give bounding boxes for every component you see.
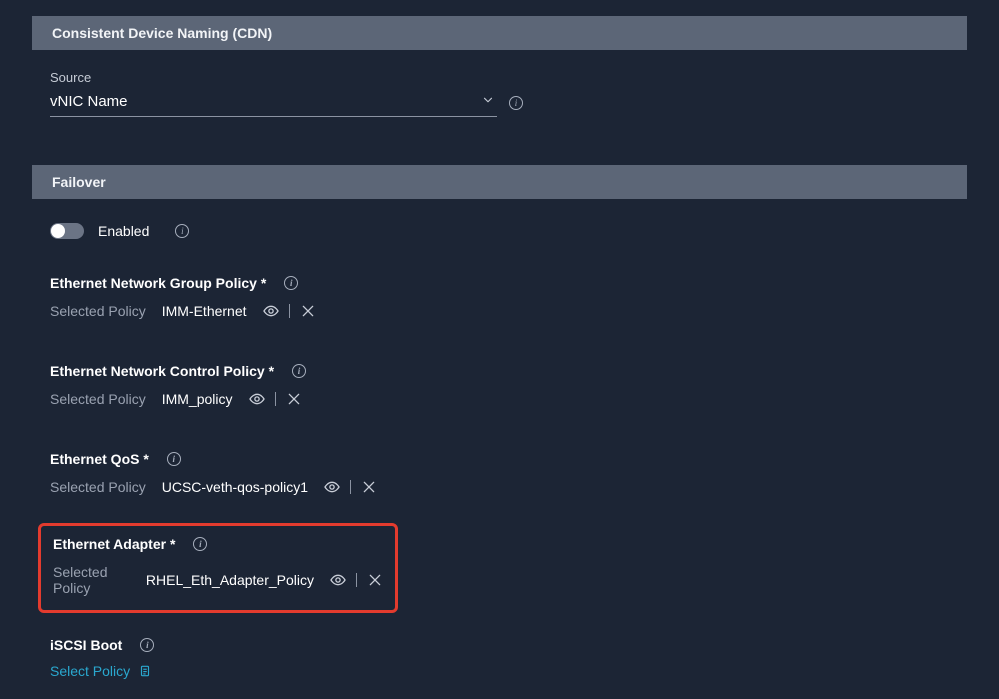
control-policy-value: IMM_policy: [162, 391, 233, 407]
info-icon[interactable]: [140, 638, 154, 652]
failover-section-header: Failover: [32, 165, 967, 199]
cdn-section-header: Consistent Device Naming (CDN): [32, 16, 967, 50]
eye-icon[interactable]: [330, 572, 346, 588]
adapter-highlight-box: Ethernet Adapter * Selected Policy RHEL_…: [38, 523, 398, 613]
source-value: vNIC Name: [50, 93, 479, 110]
eye-icon[interactable]: [263, 303, 279, 319]
close-icon[interactable]: [300, 303, 316, 319]
close-icon[interactable]: [286, 391, 302, 407]
close-icon[interactable]: [361, 479, 377, 495]
iscsi-title: iSCSI Boot: [50, 637, 122, 653]
source-label: Source: [50, 70, 983, 85]
qos-policy-value: UCSC-veth-qos-policy1: [162, 479, 308, 495]
select-policy-label: Select Policy: [50, 663, 130, 679]
selected-policy-label: Selected Policy: [50, 479, 146, 495]
info-icon[interactable]: [193, 537, 207, 551]
qos-title: Ethernet QoS *: [50, 451, 149, 467]
adapter-policy-value: RHEL_Eth_Adapter_Policy: [146, 572, 314, 588]
close-icon[interactable]: [367, 572, 383, 588]
divider: [356, 573, 357, 587]
clipboard-icon: [138, 664, 152, 678]
divider: [289, 304, 290, 318]
enabled-label: Enabled: [98, 223, 149, 239]
selected-policy-label: Selected Policy: [50, 391, 146, 407]
enabled-toggle[interactable]: [50, 223, 84, 239]
group-policy-value: IMM-Ethernet: [162, 303, 247, 319]
select-policy-link[interactable]: Select Policy: [50, 663, 152, 679]
chevron-down-icon[interactable]: [479, 93, 497, 110]
source-select[interactable]: vNIC Name: [50, 89, 497, 117]
eye-icon[interactable]: [324, 479, 340, 495]
eye-icon[interactable]: [249, 391, 265, 407]
info-icon[interactable]: [292, 364, 306, 378]
info-icon[interactable]: [284, 276, 298, 290]
selected-policy-label: Selected Policy: [53, 564, 130, 596]
info-icon[interactable]: [167, 452, 181, 466]
info-icon[interactable]: [509, 96, 523, 110]
selected-policy-label: Selected Policy: [50, 303, 146, 319]
control-policy-title: Ethernet Network Control Policy *: [50, 363, 274, 379]
divider: [350, 480, 351, 494]
info-icon[interactable]: [175, 224, 189, 238]
group-policy-title: Ethernet Network Group Policy *: [50, 275, 266, 291]
divider: [275, 392, 276, 406]
adapter-title: Ethernet Adapter *: [53, 536, 175, 552]
